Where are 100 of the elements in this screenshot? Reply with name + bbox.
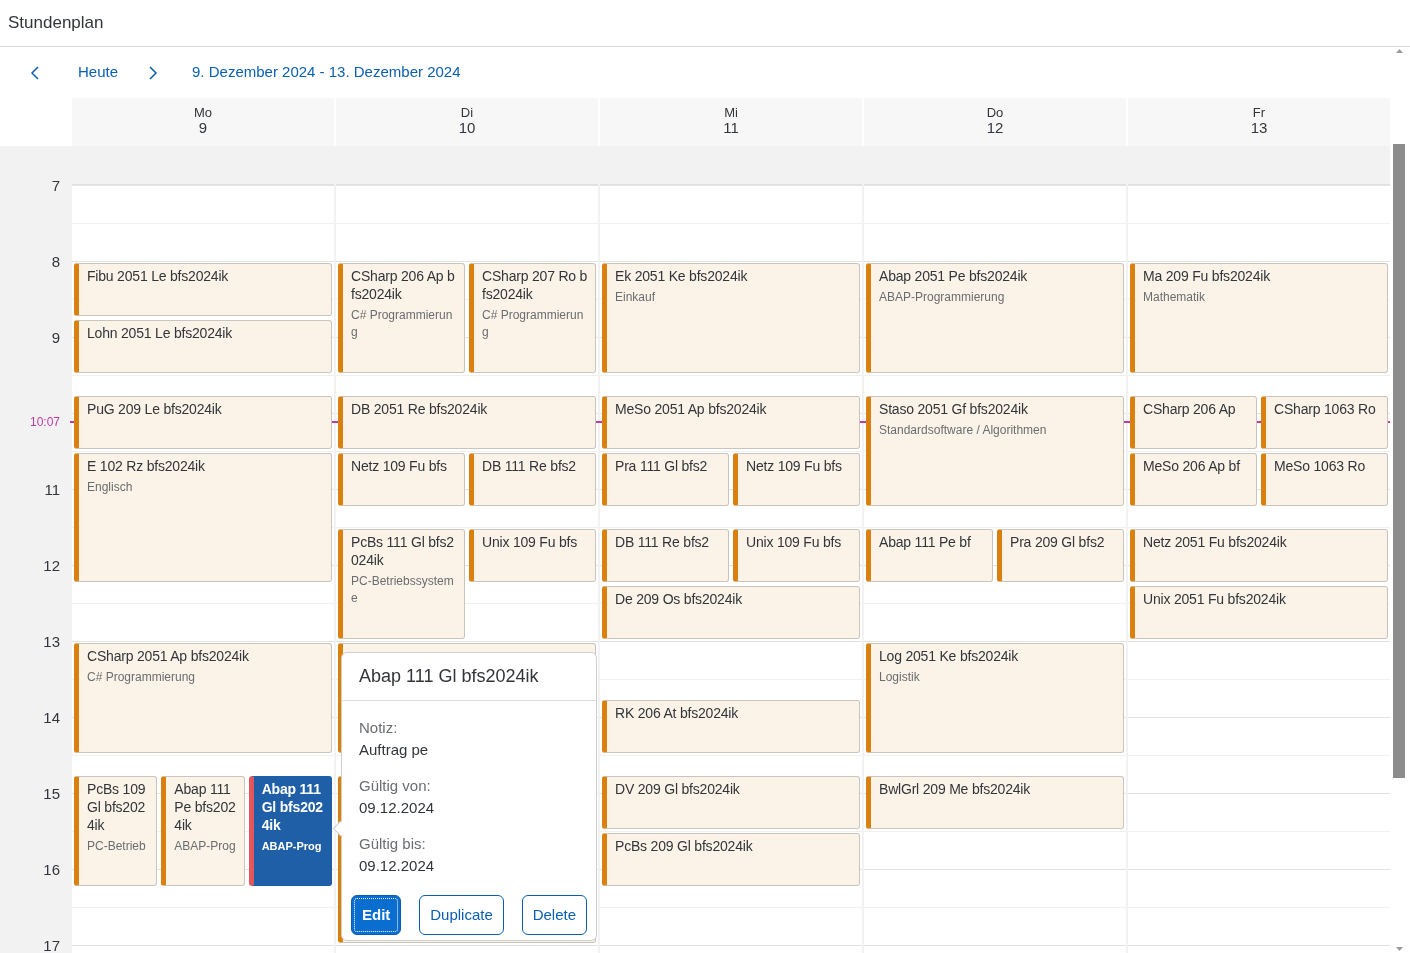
appointment[interactable]: Unix 2051 Fu bfs2024ik (1130, 586, 1388, 639)
appointment-subject: C# Programmierung (87, 669, 197, 686)
field-label: Gültig von: (359, 776, 432, 796)
appointment-subject: Englisch (87, 479, 134, 496)
appointment-title: Log 2051 Ke bfs2024ik (879, 647, 1020, 665)
chevron-right-icon (148, 65, 159, 80)
appointment-title: Netz 2051 Fu bfs2024ik (1143, 533, 1288, 551)
date-range-link[interactable]: 9. Dezember 2024 - 13. Dezember 2024 (184, 57, 469, 88)
appointment[interactable]: PuG 209 Le bfs2024ik (74, 396, 332, 449)
appointment-title: E 102 Rz bfs2024ik (87, 457, 206, 475)
hour-label: 7 (51, 177, 60, 193)
appointment[interactable]: PcBs 209 Gl bfs2024ik (602, 833, 860, 886)
date-label: 10 (457, 119, 477, 136)
appointment[interactable]: DB 2051 Re bfs2024ik (338, 396, 596, 449)
appointment[interactable]: Abap 2051 Pe bfs2024ik ABAP-Programmierung (866, 263, 1124, 373)
appointment[interactable]: RK 206 At bfs2024ik (602, 700, 860, 753)
scrollbar[interactable] (1390, 47, 1408, 953)
appointment-title: Pra 209 Gl bfs2 (1010, 533, 1106, 551)
appointment-title: PuG 209 Le bfs2024ik (87, 400, 223, 418)
appointment[interactable]: DB 111 Re bfs2 (602, 529, 729, 582)
hour-label: 8 (51, 253, 60, 269)
appointment-title: PcBs 109 Gl bfs2024ik (87, 780, 147, 834)
popover-action-button[interactable]: Duplicate (419, 895, 504, 935)
appointment-title: Unix 109 Fu bfs (746, 533, 843, 551)
appointment-title: Fibu 2051 Le bfs2024ik (87, 267, 230, 285)
appointment[interactable]: CSharp 207 Ro bfs2024ik C# Programmierung (469, 263, 596, 373)
appointment-title: Unix 2051 Fu bfs2024ik (1143, 590, 1287, 608)
appointment-title: Unix 109 Fu bfs (482, 533, 579, 551)
appointment-subject: Einkauf (615, 289, 657, 306)
appointment[interactable]: Pra 209 Gl bfs2 (997, 529, 1124, 582)
appointment-title: CSharp 206 Ap bfs2024ik (351, 267, 456, 303)
weekday-label: Do (985, 106, 1005, 120)
weekday-label: Mi (723, 106, 739, 120)
weekday-label: Mo (192, 106, 214, 120)
appointment[interactable]: CSharp 1063 Ro (1261, 396, 1388, 449)
appointment[interactable]: Abap 111 Pe bfs2024ik ABAP-Prog (161, 776, 245, 886)
appointment[interactable]: E 102 Rz bfs2024ik Englisch (74, 453, 332, 582)
appointment-title: MeSo 206 Ap bf (1143, 457, 1242, 475)
appointment-subject: C# Programmierung (351, 307, 454, 341)
appointment[interactable]: Abap 111 Pe bf (866, 529, 993, 582)
appointment[interactable]: Staso 2051 Gf bfs2024ik Standardsoftware / Algorithmen (866, 396, 1124, 506)
appointment-title: Lohn 2051 Le bfs2024ik (87, 324, 234, 342)
hour-label: 14 (43, 709, 60, 725)
appointment[interactable]: MeSo 1063 Ro (1261, 453, 1388, 506)
appointment[interactable]: DB 111 Re bfs2 (469, 453, 596, 506)
appointment-title: MeSo 2051 Ap bfs2024ik (615, 400, 768, 418)
appointment[interactable]: Ek 2051 Ke bfs2024ik Einkauf (602, 263, 860, 373)
date-label: 12 (985, 119, 1005, 136)
popover-title: Abap 111 Gl bfs2024ik (359, 665, 539, 688)
appointment[interactable]: Fibu 2051 Le bfs2024ik (74, 263, 332, 316)
appointment-subject: Standardsoftware / Algorithmen (879, 422, 1048, 439)
appointment[interactable]: Netz 109 Fu bfs (733, 453, 860, 506)
appointment-title: Staso 2051 Gf bfs2024ik (879, 400, 1029, 418)
appointment-title: Netz 109 Fu bfs (746, 457, 843, 475)
appointment[interactable]: Ma 209 Fu bfs2024ik Mathematik (1130, 263, 1388, 373)
appointment-subject: C# Programmierung (482, 307, 585, 341)
popover-action-button[interactable]: Delete (521, 895, 587, 935)
appointment-subject: Mathematik (1143, 289, 1207, 306)
appointment-title: Pra 111 Gl bfs2 (615, 457, 709, 475)
hour-label: 9 (51, 329, 60, 345)
appointment[interactable]: Abap 111 Gl bfs2024ik ABAP-Prog (248, 776, 332, 886)
appointment-title: DB 2051 Re bfs2024ik (351, 400, 489, 418)
field-value: 09.12.2024 (359, 856, 436, 876)
appointment[interactable]: MeSo 206 Ap bf (1130, 453, 1257, 506)
appointment[interactable]: PcBs 109 Gl bfs2024ik PC-Betrieb (74, 776, 158, 886)
appointment[interactable]: CSharp 206 Ap bfs2024ik C# Programmierung (338, 263, 465, 373)
appointment[interactable]: Lohn 2051 Le bfs2024ik (74, 320, 332, 373)
appointment[interactable]: Log 2051 Ke bfs2024ik Logistik (866, 643, 1124, 753)
scrollbar-thumb[interactable] (1393, 144, 1405, 778)
appointment-title: CSharp 207 Ro bfs2024ik (482, 267, 589, 303)
appointment[interactable]: BwlGrl 209 Me bfs2024ik (866, 776, 1124, 829)
appointment[interactable]: Netz 2051 Fu bfs2024ik (1130, 529, 1388, 582)
hour-label: 13 (43, 633, 60, 649)
field-label: Gültig bis: (359, 834, 427, 854)
appointment-subject: PC-Betriebssysteme (351, 573, 455, 607)
hour-label: 15 (43, 785, 60, 801)
appointment-title: De 209 Os bfs2024ik (615, 590, 743, 608)
appointment-subject: PC-Betrieb (87, 838, 147, 855)
appointment[interactable]: De 209 Os bfs2024ik (602, 586, 860, 639)
popover-action-button[interactable]: Edit (351, 895, 402, 935)
appointment[interactable]: Unix 109 Fu bfs (733, 529, 860, 582)
date-label: 13 (1249, 119, 1269, 136)
appointment[interactable]: Pra 111 Gl bfs2 (602, 453, 729, 506)
appointment-title: Abap 111 Pe bfs2024ik (174, 780, 237, 834)
appointment-subject: ABAP-Programmierung (879, 289, 1006, 306)
field-value: Auftrag pe (359, 740, 430, 760)
appointment-title: DB 111 Re bfs2 (615, 533, 710, 551)
appointment[interactable]: DV 209 Gl bfs2024ik (602, 776, 860, 829)
appointment-title: DV 209 Gl bfs2024ik (615, 780, 741, 798)
appointment[interactable]: Netz 109 Fu bfs (338, 453, 465, 506)
appointment[interactable]: MeSo 2051 Ap bfs2024ik (602, 396, 860, 449)
appointment[interactable]: Unix 109 Fu bfs (469, 529, 596, 582)
appointment-title: PcBs 111 Gl bfs2024ik (351, 533, 455, 569)
appointment[interactable]: PcBs 111 Gl bfs2024ik PC-Betriebssysteme (338, 529, 465, 639)
appointment[interactable]: CSharp 2051 Ap bfs2024ik C# Programmierung (74, 643, 332, 753)
appointment-title: MeSo 1063 Ro (1274, 457, 1366, 475)
today-button[interactable]: Heute (70, 57, 127, 88)
field-label: Notiz: (359, 718, 399, 738)
scroll-up-icon (1394, 47, 1404, 55)
appointment[interactable]: CSharp 206 Ap (1130, 396, 1257, 449)
